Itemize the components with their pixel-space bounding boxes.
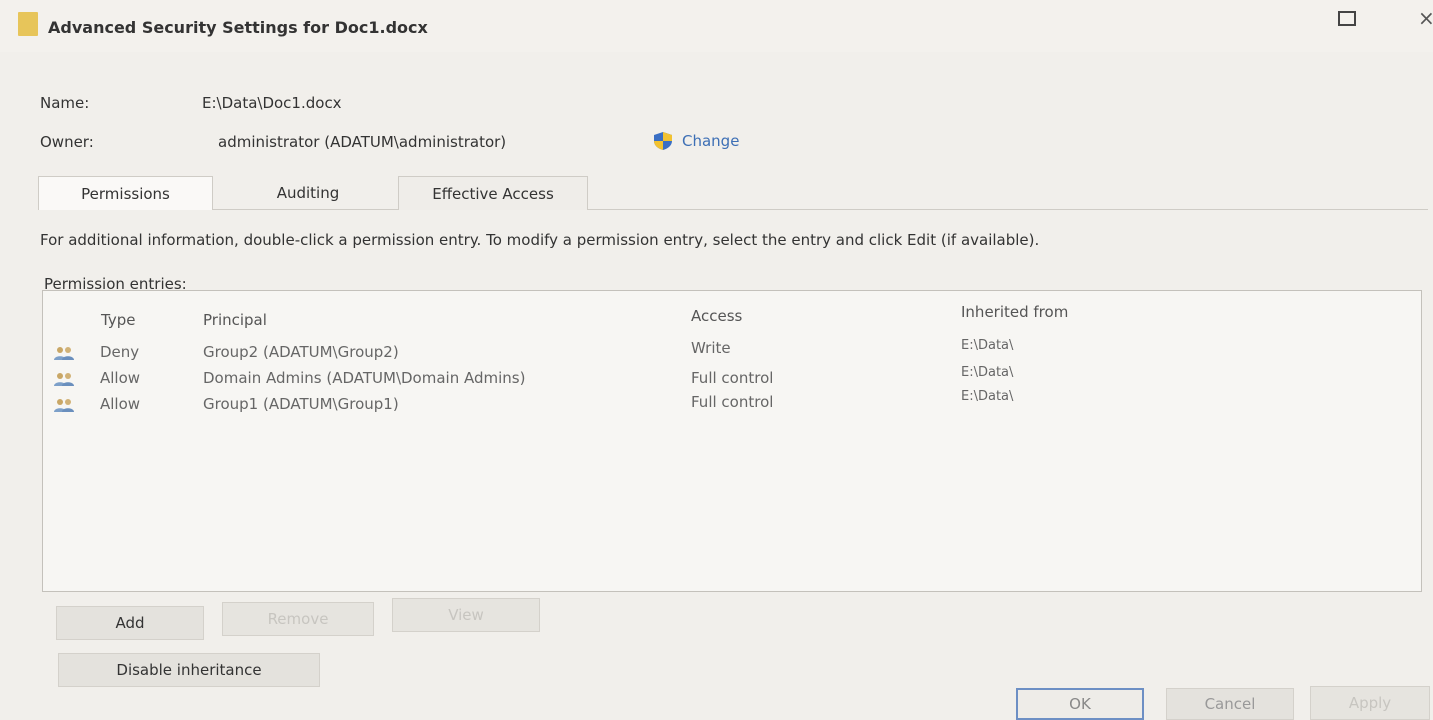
column-header-type[interactable]: Type (101, 311, 135, 329)
shield-icon (654, 132, 672, 150)
close-button[interactable]: × (1418, 6, 1433, 30)
apply-button[interactable]: Apply (1310, 686, 1430, 720)
row-inherited-from: E:\Data\ (961, 389, 1014, 404)
tab-strip: Permissions Auditing Effective Access (38, 176, 1428, 210)
add-button[interactable]: Add (56, 606, 204, 640)
row-type: Allow (100, 395, 141, 413)
table-row[interactable]: Allow Domain Admins (ADATUM\Domain Admin… (43, 365, 1421, 393)
name-label: Name: (40, 94, 90, 112)
owner-label: Owner: (40, 133, 94, 151)
table-row[interactable]: Deny Group2 (ADATUM\Group2) Write E:\Dat… (43, 338, 1421, 367)
permission-entries-list[interactable]: Type Principal Access Inherited from Den… (42, 290, 1422, 592)
user-group-icon (54, 347, 74, 360)
row-inherited-from: E:\Data\ (961, 365, 1014, 380)
folder-icon (18, 12, 38, 36)
maximize-button[interactable] (1338, 11, 1356, 26)
row-principal: Group2 (ADATUM\Group2) (203, 343, 399, 361)
ok-button[interactable]: OK (1016, 688, 1144, 720)
tab-effective-access[interactable]: Effective Access (398, 176, 588, 210)
advanced-security-dialog: Advanced Security Settings for Doc1.docx… (0, 0, 1433, 720)
info-text: For additional information, double-click… (40, 231, 1040, 249)
title-bar: Advanced Security Settings for Doc1.docx… (0, 0, 1433, 52)
row-type: Deny (100, 343, 140, 361)
owner-value: administrator (ADATUM\administrator) (218, 133, 507, 151)
user-group-icon (54, 399, 74, 412)
row-type: Allow (100, 369, 141, 387)
disable-inheritance-button[interactable]: Disable inheritance (58, 653, 320, 687)
tab-auditing[interactable]: Auditing (238, 176, 378, 210)
name-value: E:\Data\Doc1.docx (202, 94, 342, 112)
column-header-inherited-from[interactable]: Inherited from (961, 303, 1068, 321)
table-row[interactable]: Allow Group1 (ADATUM\Group1) Full contro… (43, 389, 1421, 419)
column-header-principal[interactable]: Principal (203, 311, 267, 329)
row-access: Full control (691, 369, 774, 387)
user-group-icon (54, 373, 74, 386)
column-header-access[interactable]: Access (691, 307, 742, 325)
row-access: Full control (691, 393, 774, 411)
change-link-label[interactable]: Change (682, 132, 739, 150)
row-inherited-from: E:\Data\ (961, 338, 1014, 353)
view-button[interactable]: View (392, 598, 540, 632)
change-owner-link[interactable]: Change (652, 131, 739, 151)
window-title: Advanced Security Settings for Doc1.docx (48, 18, 428, 37)
row-principal: Domain Admins (ADATUM\Domain Admins) (203, 369, 526, 387)
row-principal: Group1 (ADATUM\Group1) (203, 395, 399, 413)
remove-button[interactable]: Remove (222, 602, 374, 636)
row-access: Write (691, 339, 731, 357)
cancel-button[interactable]: Cancel (1166, 688, 1294, 720)
tab-permissions[interactable]: Permissions (38, 176, 213, 210)
